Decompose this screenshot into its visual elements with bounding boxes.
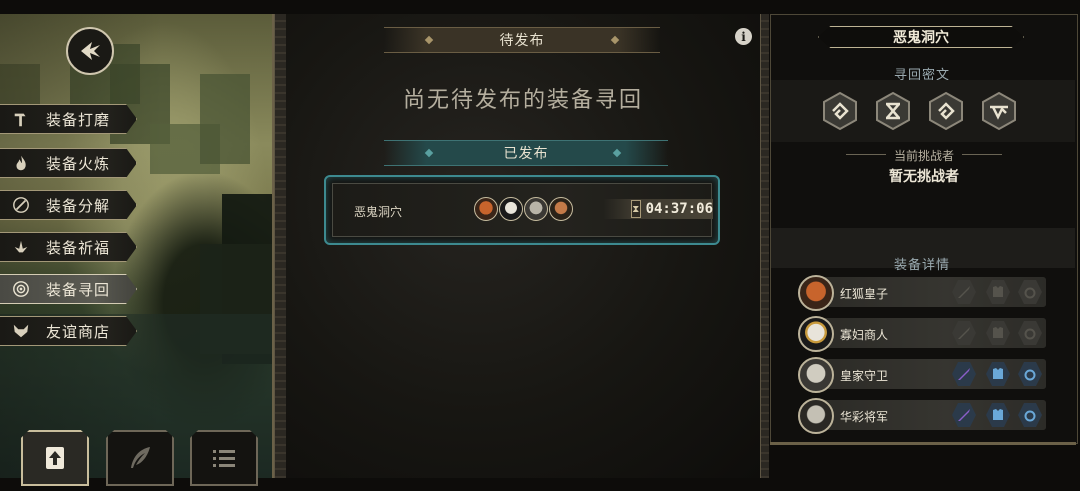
menu-label: 装备分解 — [46, 196, 111, 215]
challenger-label: 当前挑战者 — [893, 149, 954, 163]
equipment-section-label: 装备详情 — [894, 258, 951, 273]
back-arrow-icon — [81, 42, 100, 60]
colorful-general-avatar — [549, 197, 573, 221]
panel-divider — [760, 14, 769, 478]
menu-item-blessing[interactable]: 装备祈福 — [0, 232, 137, 262]
ring-icon — [1024, 369, 1036, 381]
widow-merchant-avatar — [798, 316, 834, 352]
armor-icon — [993, 368, 1003, 379]
red-fox-avatar — [798, 275, 834, 311]
menu-label: 装备祈福 — [46, 238, 111, 257]
list-icon — [213, 450, 235, 467]
hammer-icon — [10, 108, 32, 130]
upload-icon — [46, 447, 64, 469]
rune-band — [771, 80, 1075, 142]
rune-zigzag-icon — [982, 91, 1016, 131]
menu-item-friendship-shop[interactable]: 友谊商店 — [0, 316, 137, 346]
empty-pending-message: 尚无待发布的装备寻回 — [402, 88, 643, 113]
rune-cross-icon — [876, 91, 910, 131]
ring-icon — [1024, 410, 1036, 422]
armor-icon — [993, 409, 1003, 420]
panel-footer-border — [770, 442, 1076, 445]
quest-timer: ⧗ 04:37:06 — [603, 199, 713, 219]
menu-item-retrieve[interactable]: 装备寻回 — [0, 274, 137, 304]
published-banner: 已发布 — [384, 140, 668, 166]
royal-guard-avatar — [798, 357, 834, 393]
menu-label: 装备火炼 — [46, 154, 111, 173]
armor-icon — [993, 286, 1003, 297]
armor-icon — [993, 327, 1003, 338]
challenger-value: 暂无挑战者 — [889, 169, 959, 185]
royal-guard-avatar — [524, 197, 548, 221]
colorful-general-avatar — [798, 398, 834, 434]
ring-icon — [1024, 287, 1036, 299]
game-screen: 装备打磨 装备火炼 装备分解 装备祈福 装备寻回 友谊商店 待发布 i 尚无待发… — [0, 0, 1080, 491]
target-icon — [10, 278, 32, 300]
hourglass-icon: ⧗ — [631, 200, 641, 218]
hero-name: 红狐皇子 — [840, 287, 889, 301]
upload-tab-button[interactable] — [21, 430, 89, 486]
menu-label: 装备打磨 — [46, 110, 111, 129]
sword-icon — [958, 409, 970, 421]
sword-icon — [958, 286, 970, 298]
fire-icon — [10, 152, 32, 174]
fox-face-icon — [10, 320, 32, 342]
rune-spiral-icon — [929, 91, 963, 131]
menu-item-dismantle[interactable]: 装备分解 — [0, 190, 137, 220]
hero-name: 皇家守卫 — [840, 369, 889, 383]
menu-label: 装备寻回 — [46, 280, 111, 299]
published-banner-label: 已发布 — [503, 146, 549, 162]
rune-spiral-icon — [823, 91, 857, 131]
hero-name: 华彩将军 — [840, 410, 889, 424]
red-fox-avatar — [474, 197, 498, 221]
widow-merchant-avatar — [499, 197, 523, 221]
list-tab-button[interactable] — [190, 430, 258, 486]
back-button[interactable] — [66, 27, 114, 75]
pending-banner: 待发布 — [384, 27, 660, 53]
menu-label: 友谊商店 — [46, 322, 111, 341]
sword-icon — [958, 368, 970, 380]
blessing-icon — [10, 236, 32, 258]
timer-text: 04:37:06 — [645, 201, 713, 217]
ring-icon — [1024, 328, 1036, 340]
feather-tab-button[interactable] — [106, 430, 174, 486]
pending-banner-label: 待发布 — [499, 33, 545, 49]
menu-item-polish[interactable]: 装备打磨 — [0, 104, 137, 134]
broken-blade-icon — [10, 194, 32, 216]
feather-icon — [131, 447, 150, 468]
menu-item-fire[interactable]: 装备火炼 — [0, 148, 137, 178]
info-icon[interactable]: i — [735, 28, 752, 45]
dungeon-title: 恶鬼洞穴 — [818, 26, 1024, 48]
quest-name: 恶鬼洞穴 — [354, 205, 403, 219]
hero-name: 寡妇商人 — [840, 328, 889, 342]
sword-icon — [958, 327, 970, 339]
